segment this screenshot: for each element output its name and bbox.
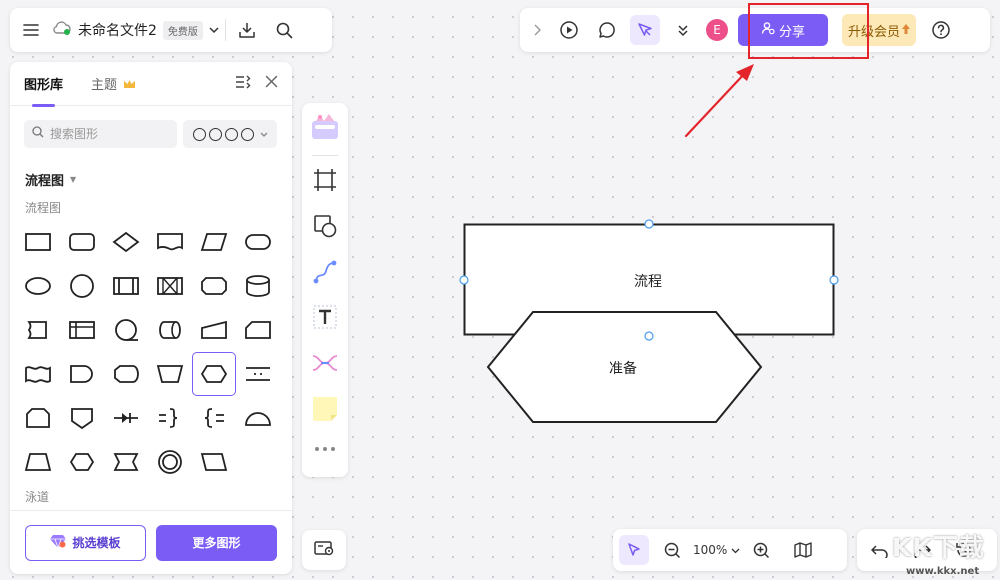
connection-point[interactable] <box>644 219 654 229</box>
map-pin-icon <box>314 540 334 560</box>
connection-point[interactable] <box>829 275 839 285</box>
connection-point[interactable] <box>644 331 654 341</box>
process-shape-label[interactable]: 流程 <box>634 271 662 291</box>
canvas-shapes-layer <box>459 219 839 423</box>
connection-point[interactable] <box>459 275 469 285</box>
zoom-toolbar: 100% <box>613 529 847 571</box>
diagram-canvas: 流程 准备 <box>0 0 1000 580</box>
book-map-icon[interactable] <box>788 535 818 565</box>
history-toolbar <box>857 529 997 571</box>
zoom-in-icon[interactable] <box>746 535 776 565</box>
redo-icon[interactable] <box>907 535 937 565</box>
pointer-icon[interactable] <box>619 535 649 565</box>
chevron-down-icon[interactable] <box>731 543 740 558</box>
zoom-out-icon[interactable] <box>657 535 687 565</box>
zoom-level[interactable]: 100% <box>693 543 727 557</box>
undo-icon[interactable] <box>865 535 895 565</box>
map-view-button[interactable] <box>302 530 346 570</box>
history-icon[interactable] <box>949 535 979 565</box>
preparation-shape-label[interactable]: 准备 <box>609 358 637 378</box>
